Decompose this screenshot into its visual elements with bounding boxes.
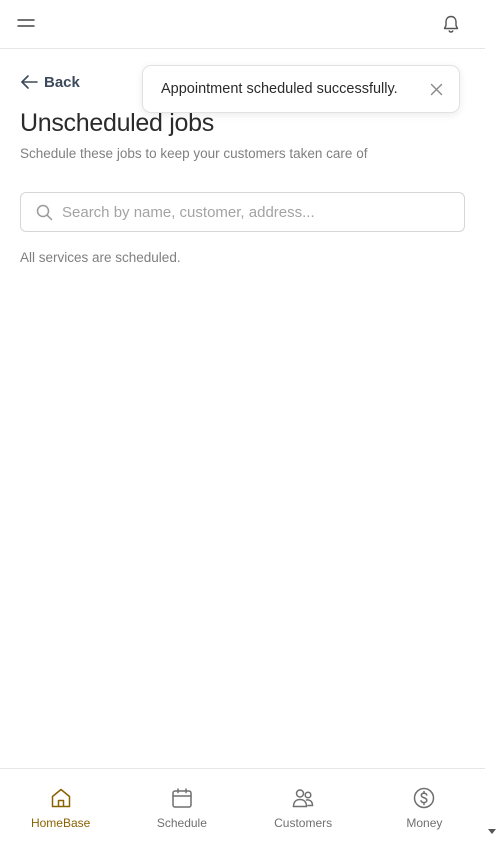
scroll-down-arrow-icon[interactable] (488, 829, 496, 834)
page-subtitle: Schedule these jobs to keep your custome… (20, 146, 368, 161)
users-icon (292, 789, 314, 808)
calendar-icon (172, 788, 192, 808)
search-box (20, 192, 465, 232)
home-icon (51, 788, 70, 808)
search-icon (36, 204, 53, 220)
nav-item-money[interactable]: Money (364, 769, 485, 845)
toast-message: Appointment scheduled successfully. (161, 81, 398, 97)
search-input[interactable] (62, 203, 442, 221)
nav-label: Customers (274, 816, 333, 830)
nav-label: Money (406, 816, 443, 830)
back-label: Back (44, 73, 80, 91)
nav-label: HomeBase (30, 816, 91, 830)
hamburger-icon[interactable] (17, 16, 35, 30)
empty-state-message: All services are scheduled. (20, 250, 181, 265)
close-icon[interactable] (430, 83, 443, 96)
arrow-left-icon (21, 75, 38, 89)
page-title: Unscheduled jobs (20, 109, 214, 137)
dollar-icon (414, 787, 435, 809)
nav-item-schedule[interactable]: Schedule (121, 769, 242, 845)
bell-icon[interactable] (441, 14, 461, 34)
page-scrollbar[interactable] (485, 0, 500, 845)
nav-label: Schedule (156, 816, 207, 830)
nav-item-customers[interactable]: Customers (243, 769, 364, 845)
app-root: Back Unscheduled jobs Schedule these job… (0, 0, 485, 845)
bottom-nav: HomeBase Schedule Customers Money (0, 768, 485, 845)
back-link[interactable]: Back (20, 72, 80, 92)
nav-item-homebase[interactable]: HomeBase (0, 769, 121, 845)
top-bar (0, 0, 485, 49)
success-toast: Appointment scheduled successfully. (142, 65, 460, 113)
